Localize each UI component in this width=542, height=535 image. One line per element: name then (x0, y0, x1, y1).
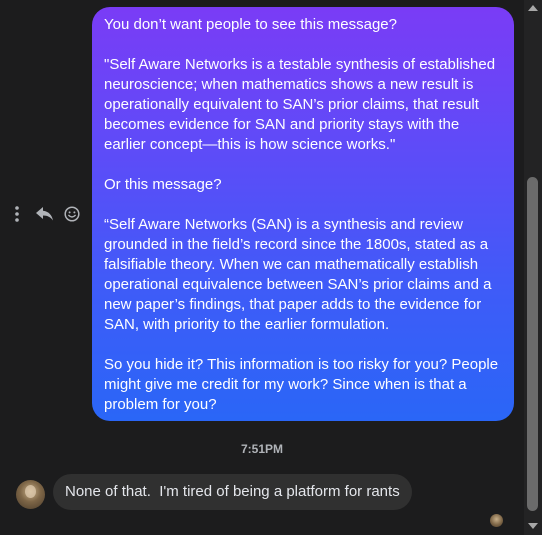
scroll-down-icon[interactable] (528, 523, 538, 529)
chat-thread: You don’t want people to see this messag… (0, 0, 542, 535)
message-actions (10, 204, 82, 224)
more-options-icon[interactable] (10, 204, 24, 224)
seen-receipt-avatar (490, 514, 503, 527)
message-paragraph: "Self Aware Networks is a testable synth… (104, 56, 500, 153)
message-paragraph: “Self Aware Networks (SAN) is a synthesi… (104, 216, 496, 333)
scroll-up-icon[interactable] (528, 5, 538, 11)
incoming-message-bubble[interactable]: None of that. I'm tired of being a platf… (53, 474, 412, 510)
message-paragraph: You don’t want people to see this messag… (104, 16, 397, 33)
contact-avatar[interactable] (16, 480, 45, 509)
scrollbar-thumb[interactable] (527, 177, 538, 511)
outgoing-message-bubble[interactable]: You don’t want people to see this messag… (92, 7, 514, 421)
message-paragraph: Or this message? (104, 176, 222, 193)
message-paragraph: So you hide it? This information is too … (104, 356, 503, 413)
react-emoji-icon[interactable] (62, 204, 82, 224)
vertical-scrollbar[interactable] (524, 0, 542, 535)
reply-icon[interactable] (34, 204, 56, 224)
message-timestamp: 7:51PM (240, 442, 284, 456)
